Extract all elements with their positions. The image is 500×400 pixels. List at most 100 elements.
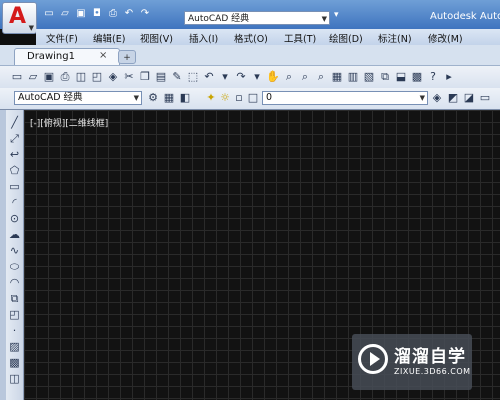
menu-insert[interactable]: 插入(I)	[189, 31, 218, 45]
spline-icon[interactable]: ∿	[7, 244, 22, 258]
open-icon[interactable]: ▱	[58, 7, 72, 20]
close-icon[interactable]: ×	[99, 50, 107, 61]
layer-previous-icon[interactable]: ◩	[446, 91, 460, 105]
help-icon[interactable]: ?	[426, 70, 440, 84]
save-icon[interactable]: ▣	[42, 70, 56, 84]
calculator-icon[interactable]: ▩	[410, 70, 424, 84]
ellipse-icon[interactable]: ⬭	[7, 260, 22, 274]
make-block-icon[interactable]: ◰	[7, 308, 22, 322]
ellipse-arc-icon[interactable]: ◠	[7, 276, 22, 290]
pan-icon[interactable]: ✋	[266, 70, 280, 84]
3d-print-icon[interactable]: ◈	[106, 70, 120, 84]
layer-combo[interactable]: 0 ▼	[262, 91, 428, 105]
sheet-set-icon[interactable]: ⧉	[378, 70, 392, 84]
new-icon[interactable]: ▭	[42, 7, 56, 20]
tool-palettes-icon[interactable]: ▧	[362, 70, 376, 84]
customize-quick-access-icon[interactable]: ▾	[334, 10, 339, 20]
line-icon[interactable]: ╱	[7, 116, 22, 130]
layer-states-manager-icon[interactable]: ◪	[462, 91, 476, 105]
tab-drawing1[interactable]: Drawing1 ×	[14, 48, 120, 65]
undo-icon[interactable]: ↶	[202, 70, 216, 84]
window-title: Autodesk AutoCAD	[430, 11, 500, 22]
hatch-icon[interactable]: ▨	[7, 340, 22, 354]
polyline-icon[interactable]: ↩	[7, 148, 22, 162]
gradient-icon[interactable]: ▩	[7, 356, 22, 370]
menu-view[interactable]: 视图(V)	[140, 31, 173, 45]
layer-states-icon[interactable]: ◧	[178, 91, 192, 105]
layer-color-icon: □	[247, 91, 259, 104]
save-icon[interactable]: ▣	[74, 7, 88, 20]
overflow-icon[interactable]: ▸	[442, 70, 456, 84]
zoom-previous-icon[interactable]: ⌕	[314, 70, 328, 84]
arc-icon[interactable]: ◜	[7, 196, 22, 210]
layer-properties-icon[interactable]: ▦	[162, 91, 176, 105]
revision-cloud-icon[interactable]: ☁	[7, 228, 22, 242]
overflow-icon[interactable]: ▭	[478, 91, 492, 105]
match-properties-icon[interactable]: ✎	[170, 70, 184, 84]
new-icon[interactable]: ▭	[10, 70, 24, 84]
tab-label: Drawing1	[27, 51, 75, 62]
print-icon[interactable]: ⎙	[106, 7, 120, 20]
menu-draw[interactable]: 绘图(D)	[329, 31, 363, 45]
menu-edit[interactable]: 编辑(E)	[93, 31, 125, 45]
copy-icon[interactable]: ❐	[138, 70, 152, 84]
open-icon[interactable]: ▱	[26, 70, 40, 84]
sun-icon: ☼	[220, 91, 230, 104]
draw-toolbar: ╱ ⤢ ↩ ⬠ ▭ ◜ ⊙ ☁ ∿ ⬭ ◠ ⧉ ◰ · ▨ ▩ ◫	[6, 110, 24, 400]
application-menu-button[interactable]: A ▼	[2, 2, 37, 34]
circle-icon[interactable]: ⊙	[7, 212, 22, 226]
region-icon[interactable]: ◫	[7, 372, 22, 386]
block-editor-icon[interactable]: ⬚	[186, 70, 200, 84]
play-logo-icon	[358, 344, 388, 374]
quick-access-toolbar: ▭ ▱ ▣ ◘ ⎙ ↶ ↷	[42, 7, 152, 20]
workspace-select-value: AutoCAD 经典	[188, 14, 250, 24]
point-icon[interactable]: ·	[7, 324, 22, 338]
publish-icon[interactable]: ◰	[90, 70, 104, 84]
workspace-combo-value: AutoCAD 经典	[18, 92, 83, 103]
watermark-subtitle: ZIXUE.3D66.COM	[394, 367, 471, 376]
autocad-a-logo-icon: A	[9, 4, 27, 29]
chevron-down-icon[interactable]: ▾	[250, 70, 264, 84]
layer-combo-value: 0	[266, 92, 273, 103]
watermark: 溜溜自学 ZIXUE.3D66.COM	[352, 334, 472, 390]
menu-modify[interactable]: 修改(M)	[428, 31, 463, 45]
light-bulb-icon: ✦	[206, 91, 216, 104]
redo-icon[interactable]: ↷	[234, 70, 248, 84]
zoom-realtime-icon[interactable]: ⌕	[282, 70, 296, 84]
insert-block-icon[interactable]: ⧉	[7, 292, 22, 306]
chevron-down-icon: ▼	[321, 15, 327, 23]
print-preview-icon[interactable]: ◫	[74, 70, 88, 84]
rectangle-icon[interactable]: ▭	[7, 180, 22, 194]
chevron-down-icon: ▼	[419, 94, 425, 102]
menu-bar: 文件(F) 编辑(E) 视图(V) 插入(I) 格式(O) 工具(T) 绘图(D…	[36, 29, 500, 45]
redo-icon[interactable]: ↷	[138, 7, 152, 20]
undo-icon[interactable]: ↶	[122, 7, 136, 20]
workspace-select[interactable]: AutoCAD 经典 ▼	[184, 11, 330, 25]
workspace-settings-icon[interactable]: ⚙	[146, 91, 160, 105]
standard-toolbar: ▭ ▱ ▣ ⎙ ◫ ◰ ◈ ✂ ❐ ▤ ✎ ⬚ ↶ ▾ ↷ ▾ ✋ ⌕ ⌕ ⌕ …	[0, 66, 500, 89]
menu-format[interactable]: 格式(O)	[234, 31, 268, 45]
workspace-layers-toolbar: AutoCAD 经典 ▼ ⚙ ▦ ◧ ✦ ☼ ▫ □ 0 ▼ ◈ ◩ ◪ ▭	[0, 88, 500, 110]
workspace-combo[interactable]: AutoCAD 经典 ▼	[14, 91, 142, 105]
cut-icon[interactable]: ✂	[122, 70, 136, 84]
chevron-down-icon: ▼	[133, 94, 139, 102]
viewport-controls-label[interactable]: [-][俯视][二维线框]	[30, 116, 108, 129]
chevron-down-icon[interactable]: ▾	[218, 70, 232, 84]
menu-dimension[interactable]: 标注(N)	[378, 31, 412, 45]
watermark-title: 溜溜自学	[394, 347, 466, 367]
new-tab-button[interactable]: +	[118, 50, 136, 64]
print-icon[interactable]: ⎙	[58, 70, 72, 84]
polygon-icon[interactable]: ⬠	[7, 164, 22, 178]
design-center-icon[interactable]: ▥	[346, 70, 360, 84]
save-as-icon[interactable]: ◘	[90, 7, 104, 20]
markup-icon[interactable]: ⬓	[394, 70, 408, 84]
construction-line-icon[interactable]: ⤢	[7, 132, 22, 146]
make-current-layer-icon[interactable]: ◈	[430, 91, 444, 105]
zoom-window-icon[interactable]: ⌕	[298, 70, 312, 84]
paste-icon[interactable]: ▤	[154, 70, 168, 84]
menu-tools[interactable]: 工具(T)	[284, 31, 316, 45]
lock-icon: ▫	[235, 91, 243, 104]
menu-file[interactable]: 文件(F)	[46, 31, 78, 45]
properties-icon[interactable]: ▦	[330, 70, 344, 84]
chevron-down-icon: ▼	[28, 24, 34, 32]
